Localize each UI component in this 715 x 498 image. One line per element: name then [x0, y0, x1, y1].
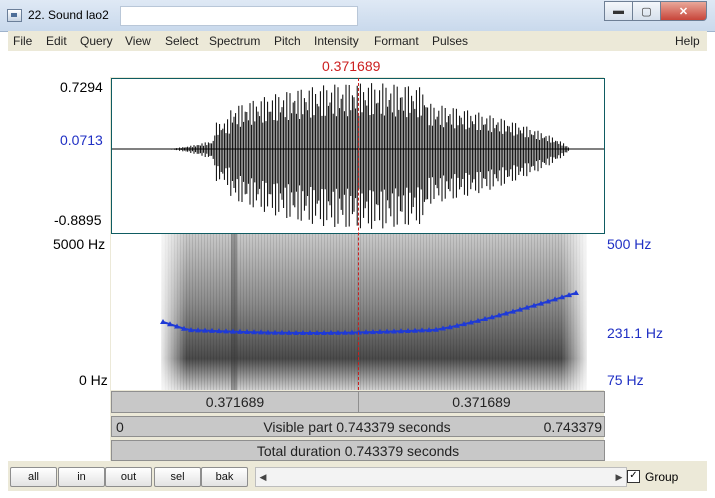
cursor-time: 0.371689	[322, 58, 381, 74]
menu-intensity[interactable]: Intensity	[314, 34, 359, 48]
in-button[interactable]: in	[58, 467, 105, 487]
segment-right[interactable]: 0.371689	[359, 392, 604, 412]
scroll-right-icon[interactable]: ▶	[612, 468, 626, 486]
group-checkbox[interactable]: ✓	[627, 470, 640, 483]
visible-part-label: Visible part 0.743379 seconds	[263, 418, 451, 435]
horizontal-scrollbar[interactable]: ◀ ▶	[255, 467, 627, 487]
group-label: Group	[645, 470, 679, 484]
close-button[interactable]: ✕	[660, 1, 707, 21]
pitch-bottom-label: 75 Hz	[607, 372, 644, 388]
title-field	[120, 6, 358, 26]
bak-button[interactable]: bak	[201, 467, 248, 487]
visible-end: 0.743379	[543, 418, 602, 435]
visible-part-bar[interactable]: 0 Visible part 0.743379 seconds 0.743379	[111, 416, 605, 437]
menu-file[interactable]: File	[13, 34, 32, 48]
cursor-line	[358, 78, 359, 390]
minimize-button[interactable]: ▬	[604, 1, 633, 21]
menu-pitch[interactable]: Pitch	[274, 34, 301, 48]
window-title: 22. Sound lao2	[28, 8, 109, 22]
menu-view[interactable]: View	[125, 34, 151, 48]
menu-bar: File Edit Query View Select Spectrum Pit…	[8, 31, 707, 52]
menu-select[interactable]: Select	[165, 34, 198, 48]
menu-edit[interactable]: Edit	[46, 34, 67, 48]
menu-spectrum[interactable]: Spectrum	[209, 34, 260, 48]
out-button[interactable]: out	[105, 467, 152, 487]
sel-button[interactable]: sel	[154, 467, 201, 487]
waveform-min-label: -0.8895	[54, 212, 102, 228]
spectrogram-fade	[161, 234, 587, 390]
waveform-max-label: 0.7294	[60, 79, 103, 95]
pitch-top-label: 500 Hz	[607, 236, 652, 252]
scroll-left-icon[interactable]: ◀	[256, 468, 270, 486]
segment-left[interactable]: 0.371689	[112, 392, 359, 412]
left-axis-area	[8, 51, 110, 461]
total-duration-bar[interactable]: Total duration 0.743379 seconds	[111, 440, 605, 461]
menu-query[interactable]: Query	[80, 34, 113, 48]
right-axis-area	[604, 51, 707, 461]
total-duration-label: Total duration 0.743379 seconds	[256, 442, 460, 459]
freq-top-label: 5000 Hz	[53, 236, 106, 252]
title-bar: 22. Sound lao2 ▬ ▢ ✕	[0, 0, 715, 32]
visible-start: 0	[116, 418, 124, 435]
freq-bottom-label: 0 Hz	[79, 372, 108, 388]
segment-bar[interactable]: 0.371689 0.371689	[111, 391, 605, 413]
all-button[interactable]: all	[10, 467, 57, 487]
menu-help[interactable]: Help	[675, 34, 700, 48]
waveform-cursor-value: 0.0713	[60, 132, 103, 148]
bottom-toolbar: all in out sel bak ◀ ▶	[8, 463, 707, 491]
pitch-cursor-label: 231.1 Hz	[607, 325, 664, 341]
maximize-button[interactable]: ▢	[632, 1, 661, 21]
menu-pulses[interactable]: Pulses	[432, 34, 468, 48]
app-icon	[7, 9, 22, 22]
menu-formant[interactable]: Formant	[374, 34, 419, 48]
waveform-signal	[164, 83, 569, 229]
